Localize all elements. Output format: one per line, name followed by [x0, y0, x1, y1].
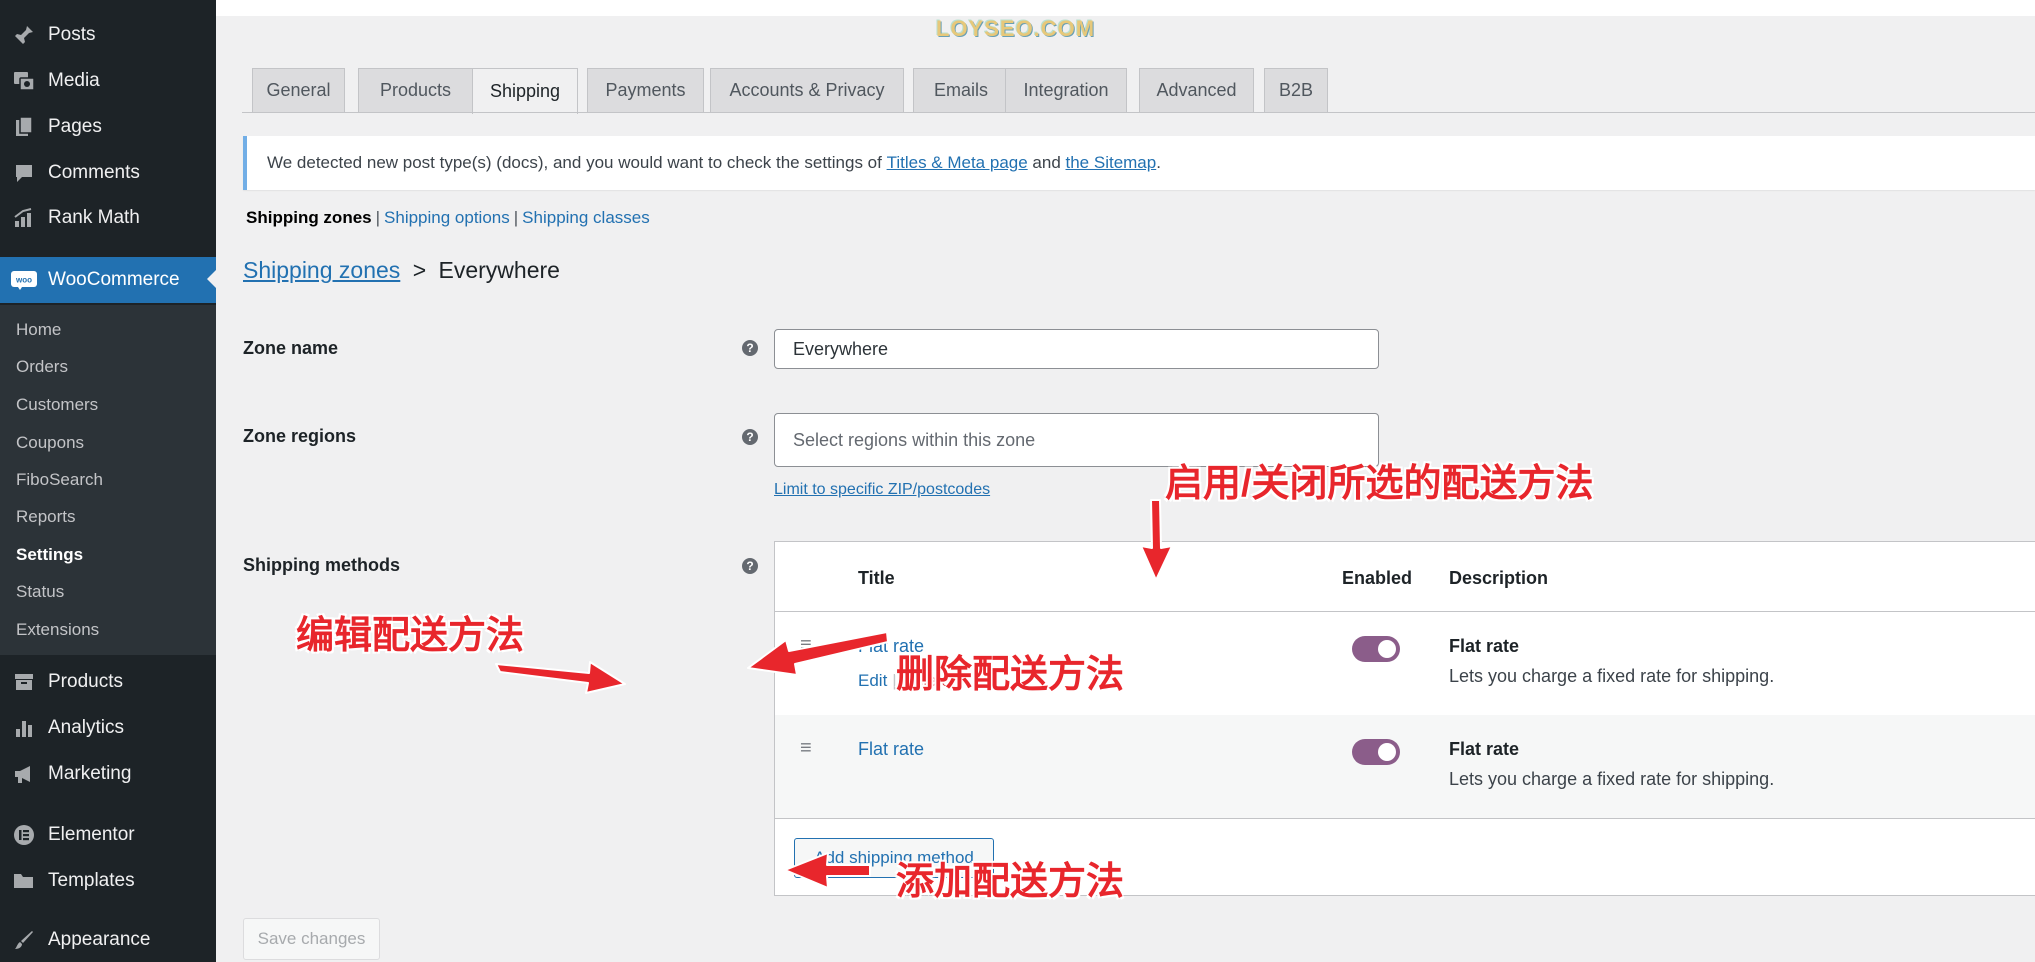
top-strip: [216, 0, 2035, 16]
elementor-icon: [0, 824, 48, 846]
enabled-toggle[interactable]: [1352, 636, 1400, 662]
breadcrumb-separator: >: [412, 257, 427, 283]
media-icon: [0, 70, 48, 92]
admin-sidebar: Posts Media Pages Comments Rank Math woo…: [0, 0, 216, 962]
shipping-methods-table: Title Enabled Description ≡ Flat rate Ed…: [774, 541, 2035, 896]
column-description: Description: [1449, 568, 1549, 588]
shipping-methods-label: Shipping methods: [243, 555, 400, 575]
sitemap-link[interactable]: the Sitemap: [1066, 153, 1157, 173]
notice-text-end: .: [1156, 153, 1161, 172]
method-description-title: Flat rate: [1449, 636, 1520, 656]
toggle-knob: [1378, 640, 1396, 658]
zone-regions-label: Zone regions: [243, 426, 357, 446]
method-description-text: Lets you charge a fixed rate for shippin…: [1449, 769, 1775, 789]
notice-text: We detected new post type(s) (docs), and…: [267, 153, 887, 172]
help-icon[interactable]: ?: [742, 558, 758, 574]
breadcrumb: Shipping zones > Everywhere: [243, 257, 560, 284]
comment-icon: [0, 162, 48, 184]
annotation-add-note: 添加配送方法: [896, 861, 1125, 903]
breadcrumb-shipping-zones-link[interactable]: Shipping zones: [243, 257, 400, 283]
subsection-separator: |: [513, 208, 519, 227]
help-icon[interactable]: ?: [742, 340, 758, 356]
submenu-reports[interactable]: Reports: [16, 507, 76, 527]
tab-advanced[interactable]: Advanced: [1139, 68, 1254, 112]
woocommerce-submenu: Home Orders Customers Coupons FiboSearch…: [0, 305, 216, 655]
tab-payments[interactable]: Payments: [587, 68, 704, 112]
menu-analytics[interactable]: Analytics: [0, 706, 216, 750]
drag-handle-icon[interactable]: ≡: [800, 737, 812, 760]
menu-media[interactable]: Media: [0, 59, 216, 103]
menu-comments[interactable]: Comments: [0, 151, 216, 195]
titles-meta-link[interactable]: Titles & Meta page: [887, 153, 1028, 173]
submenu-customers[interactable]: Customers: [16, 395, 98, 415]
shipping-subsections: Shipping zones | Shipping options | Ship…: [246, 208, 650, 228]
main-content: LOYSEO.COM General Products Shipping Pay…: [216, 0, 2035, 962]
annotation-toggle-note: 启用/关闭所选的配送方法: [1165, 463, 1594, 505]
toggle-knob: [1378, 743, 1396, 761]
method-title-link[interactable]: Flat rate: [858, 739, 924, 760]
menu-elementor[interactable]: Elementor: [0, 813, 216, 857]
rank-math-icon: [0, 207, 48, 229]
subsection-shipping-zones[interactable]: Shipping zones: [246, 208, 372, 228]
edit-method-link[interactable]: Edit: [858, 671, 887, 690]
submenu-home[interactable]: Home: [16, 320, 61, 340]
subsection-separator: |: [375, 208, 381, 227]
menu-rank-math[interactable]: Rank Math: [0, 196, 216, 240]
megaphone-icon: [0, 763, 48, 785]
table-divider: [775, 818, 2035, 819]
zone-name-input[interactable]: Everywhere: [774, 329, 1379, 369]
svg-text:woo: woo: [15, 276, 32, 285]
help-icon[interactable]: ?: [742, 429, 758, 445]
subsection-shipping-classes[interactable]: Shipping classes: [522, 208, 650, 228]
tab-general[interactable]: General: [252, 68, 345, 112]
annotation-edit-note: 编辑配送方法: [296, 615, 525, 657]
chart-bar-icon: [0, 717, 48, 739]
column-enabled: Enabled: [1342, 568, 1413, 588]
menu-marketing[interactable]: Marketing: [0, 752, 216, 796]
current-menu-arrow: [207, 270, 216, 288]
submenu-fibosearch[interactable]: FiboSearch: [16, 470, 103, 490]
submenu-status[interactable]: Status: [16, 582, 64, 602]
woo-icon: woo: [0, 269, 48, 291]
method-description-title: Flat rate: [1449, 739, 1520, 759]
tab-shipping[interactable]: Shipping: [472, 68, 578, 114]
subsection-shipping-options[interactable]: Shipping options: [384, 208, 510, 228]
pin-icon: [0, 24, 48, 46]
tab-b2b[interactable]: B2B: [1264, 68, 1328, 112]
menu-appearance[interactable]: Appearance: [0, 918, 216, 962]
annotation-delete-note: 删除配送方法: [896, 654, 1125, 696]
folder-icon: [0, 870, 48, 892]
menu-pages[interactable]: Pages: [0, 105, 216, 149]
submenu-coupons[interactable]: Coupons: [16, 433, 84, 453]
brush-icon: [0, 929, 48, 951]
menu-woocommerce[interactable]: woo WooCommerce: [0, 257, 216, 303]
submenu-orders[interactable]: Orders: [16, 357, 68, 377]
column-title: Title: [858, 568, 895, 588]
tab-integration[interactable]: Integration: [1005, 68, 1127, 112]
enabled-toggle[interactable]: [1352, 739, 1400, 765]
admin-notice: We detected new post type(s) (docs), and…: [243, 136, 2035, 190]
pages-icon: [0, 116, 48, 138]
limit-zip-link[interactable]: Limit to specific ZIP/postcodes: [774, 481, 990, 499]
table-row: ≡ Flat rate Flat rate Lets you charge a …: [775, 715, 2035, 818]
drag-handle-icon[interactable]: ≡: [800, 634, 812, 657]
method-description-text: Lets you charge a fixed rate for shippin…: [1449, 666, 1775, 686]
submenu-settings[interactable]: Settings: [16, 545, 83, 565]
tab-emails[interactable]: Emails: [913, 68, 1009, 112]
breadcrumb-current: Everywhere: [438, 257, 560, 283]
menu-products[interactable]: Products: [0, 660, 216, 704]
save-changes-button[interactable]: Save changes: [243, 918, 380, 960]
archive-icon: [0, 671, 48, 693]
menu-posts[interactable]: Posts: [0, 13, 216, 57]
tab-divider: [242, 112, 2035, 113]
zone-name-label: Zone name: [243, 338, 339, 358]
tab-accounts-privacy[interactable]: Accounts & Privacy: [710, 68, 904, 112]
tab-products[interactable]: Products: [358, 68, 473, 112]
notice-text-mid: and: [1027, 153, 1066, 172]
menu-templates[interactable]: Templates: [0, 859, 216, 903]
watermark-logo: LOYSEO.COM: [936, 16, 1096, 41]
submenu-extensions[interactable]: Extensions: [16, 620, 99, 640]
